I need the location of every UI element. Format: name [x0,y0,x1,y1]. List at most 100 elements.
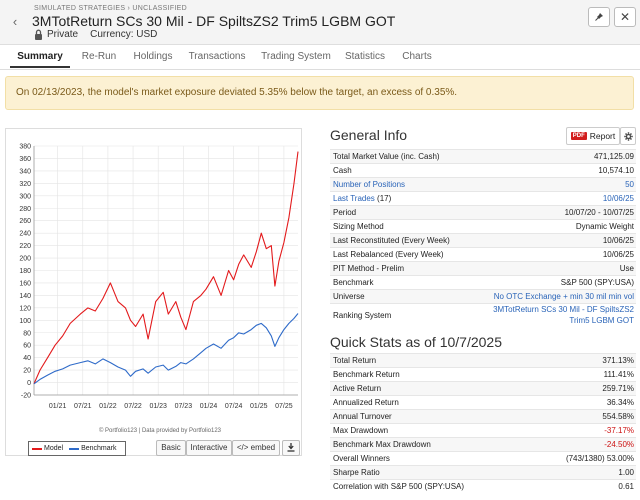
number-of-positions-link[interactable]: Number of Positions [330,177,471,192]
meta-row: Private Currency: USD [34,29,157,40]
table-row: Sharpe Ratio 1.00 [330,465,636,480]
table-row: Sizing Method Dynamic Weight [330,219,636,234]
tab-transactions[interactable]: Transactions [186,45,248,68]
quick-stats-table: Total Return 371.13% Benchmark Return 111.… [330,353,636,493]
last-trades-link[interactable]: Last Trades [333,194,375,203]
row-label: Sizing Method [330,219,471,234]
row-value: -24.50% [529,437,636,452]
chevron-left-icon[interactable]: ‹ [8,14,22,29]
x-tick-label: 07/22 [124,403,142,410]
row-label: Sharpe Ratio [330,465,530,480]
row-label: Last Rebalanced (Every Week) [330,247,471,262]
table-row: Active Return 259.71% [330,381,636,396]
table-row: Cash 10,574.10 [330,163,636,178]
basic-button[interactable]: Basic [156,440,186,456]
y-tick-label: 260 [19,218,31,225]
row-label: Ranking System [330,303,471,326]
table-row: Last Reconstituted (Every Week) 10/06/25 [330,233,636,248]
tab-holdings[interactable]: Holdings [128,45,178,68]
download-icon [287,443,295,452]
row-value: S&P 500 (SPY:USA) [471,275,636,290]
tab-summary[interactable]: Summary [10,45,70,68]
universe-link[interactable]: No OTC Exchange + min 30 mil min vol [471,289,636,304]
row-value: 371.13% [529,353,636,368]
lock-icon [34,29,43,40]
y-tick-label: 0 [27,380,31,387]
tab-charts[interactable]: Charts [396,45,438,68]
x-tick-label: 01/21 [49,403,67,410]
table-row: Benchmark Max Drawdown -24.50% [330,437,636,452]
embed-button[interactable]: </> embed [232,440,280,456]
pin-icon [595,13,603,21]
table-row: Overall Winners (743/1380) 53.00% [330,451,636,466]
close-button[interactable]: ✕ [614,7,636,27]
table-row: Correlation with S&P 500 (SPY:USA) 0.61 [330,479,636,493]
interactive-button[interactable]: Interactive [186,440,232,456]
legend-model-label: Model [44,445,64,452]
row-value: 471,125.09 [471,149,636,164]
row-value: (743/1380) 53.00% [529,451,636,466]
settings-button[interactable] [620,127,636,145]
x-tick-label: 07/25 [275,403,293,410]
row-label: Universe [330,289,471,304]
row-value: 10/06/25 [471,247,636,262]
table-row: Annual Turnover 554.58% [330,409,636,424]
legend-model[interactable]: Model [32,445,63,452]
row-value: 259.71% [529,381,636,396]
row-label: Annualized Return [330,395,530,410]
page-header: SIMULATED STRATEGIES › UNCLASSIFIED ‹ 3M… [0,0,640,45]
pdf-icon: PDF [570,132,587,140]
currency-label: Currency: USD [90,29,158,40]
legend-benchmark[interactable]: Benchmark [69,445,116,452]
exposure-alert: On 02/13/2023, the model's market exposu… [5,76,634,110]
table-row: Max Drawdown -37.17% [330,423,636,438]
benchmark-series-line[interactable] [33,313,299,385]
row-value: 10,574.10 [471,163,636,178]
general-info-title: General Info [330,127,408,143]
y-tick-label: 60 [23,343,31,350]
table-row: Total Return 371.13% [330,353,636,368]
row-value[interactable]: 10/06/25 [471,191,636,206]
y-tick-label: 340 [19,168,31,175]
title-row: ‹ 3MTotReturn SCs 30 Mil - DF SpiltsZS2 … [8,13,395,29]
tab-re-run[interactable]: Re-Run [76,45,122,68]
download-button[interactable] [282,440,300,456]
x-tick-label: 01/25 [250,403,268,410]
row-value: 10/06/25 [471,233,636,248]
page-title: 3MTotReturn SCs 30 Mil - DF SpiltsZS2 Tr… [32,13,396,29]
tab-bar: Summary Re-Run Holdings Transactions Tra… [0,45,640,70]
row-label: Total Market Value (inc. Cash) [330,149,471,164]
table-row: Annualized Return 36.34% [330,395,636,410]
tab-trading-system[interactable]: Trading System [256,45,336,68]
y-tick-label: 280 [19,206,31,213]
table-row: Benchmark S&P 500 (SPY:USA) [330,275,636,290]
chart-legend: Model Benchmark [28,441,126,456]
y-tick-label: 380 [19,144,31,151]
row-label: Overall Winners [330,451,530,466]
x-tick-label: 01/23 [149,403,167,410]
x-tick-label: 01/22 [99,403,117,410]
y-tick-label: 20 [23,368,31,375]
table-row: Last Trades (17) 10/06/25 [330,191,636,206]
y-tick-label: 200 [19,256,31,263]
table-row: Number of Positions 50 [330,177,636,192]
ranking-system-link[interactable]: 3MTotReturn SCs 30 Mil - DF SpiltsZS2 Tr… [471,303,636,326]
table-row: Period 10/07/20 - 10/07/25 [330,205,636,220]
y-tick-label: 240 [19,231,31,238]
row-value[interactable]: 50 [471,177,636,192]
model-series-line[interactable] [33,151,299,385]
y-tick-label: 140 [19,293,31,300]
y-tick-label: 360 [19,156,31,163]
performance-chart[interactable]: -20 0 20 40 60 80 100 120 140 160 180 200 220 240 260 2… [6,129,301,429]
tab-statistics[interactable]: Statistics [340,45,390,68]
row-value: 1.00 [529,465,636,480]
breadcrumb[interactable]: SIMULATED STRATEGIES › UNCLASSIFIED [34,5,187,12]
row-label: Benchmark [330,275,471,290]
table-row: Ranking System 3MTotReturn SCs 30 Mil - D… [330,303,636,326]
pin-button[interactable] [588,7,610,27]
y-tick-label: 180 [19,268,31,275]
pdf-report-button[interactable]: PDF Report [566,127,620,145]
row-label: Period [330,205,471,220]
report-label: Report [589,131,616,141]
legend-benchmark-label: Benchmark [81,445,117,452]
